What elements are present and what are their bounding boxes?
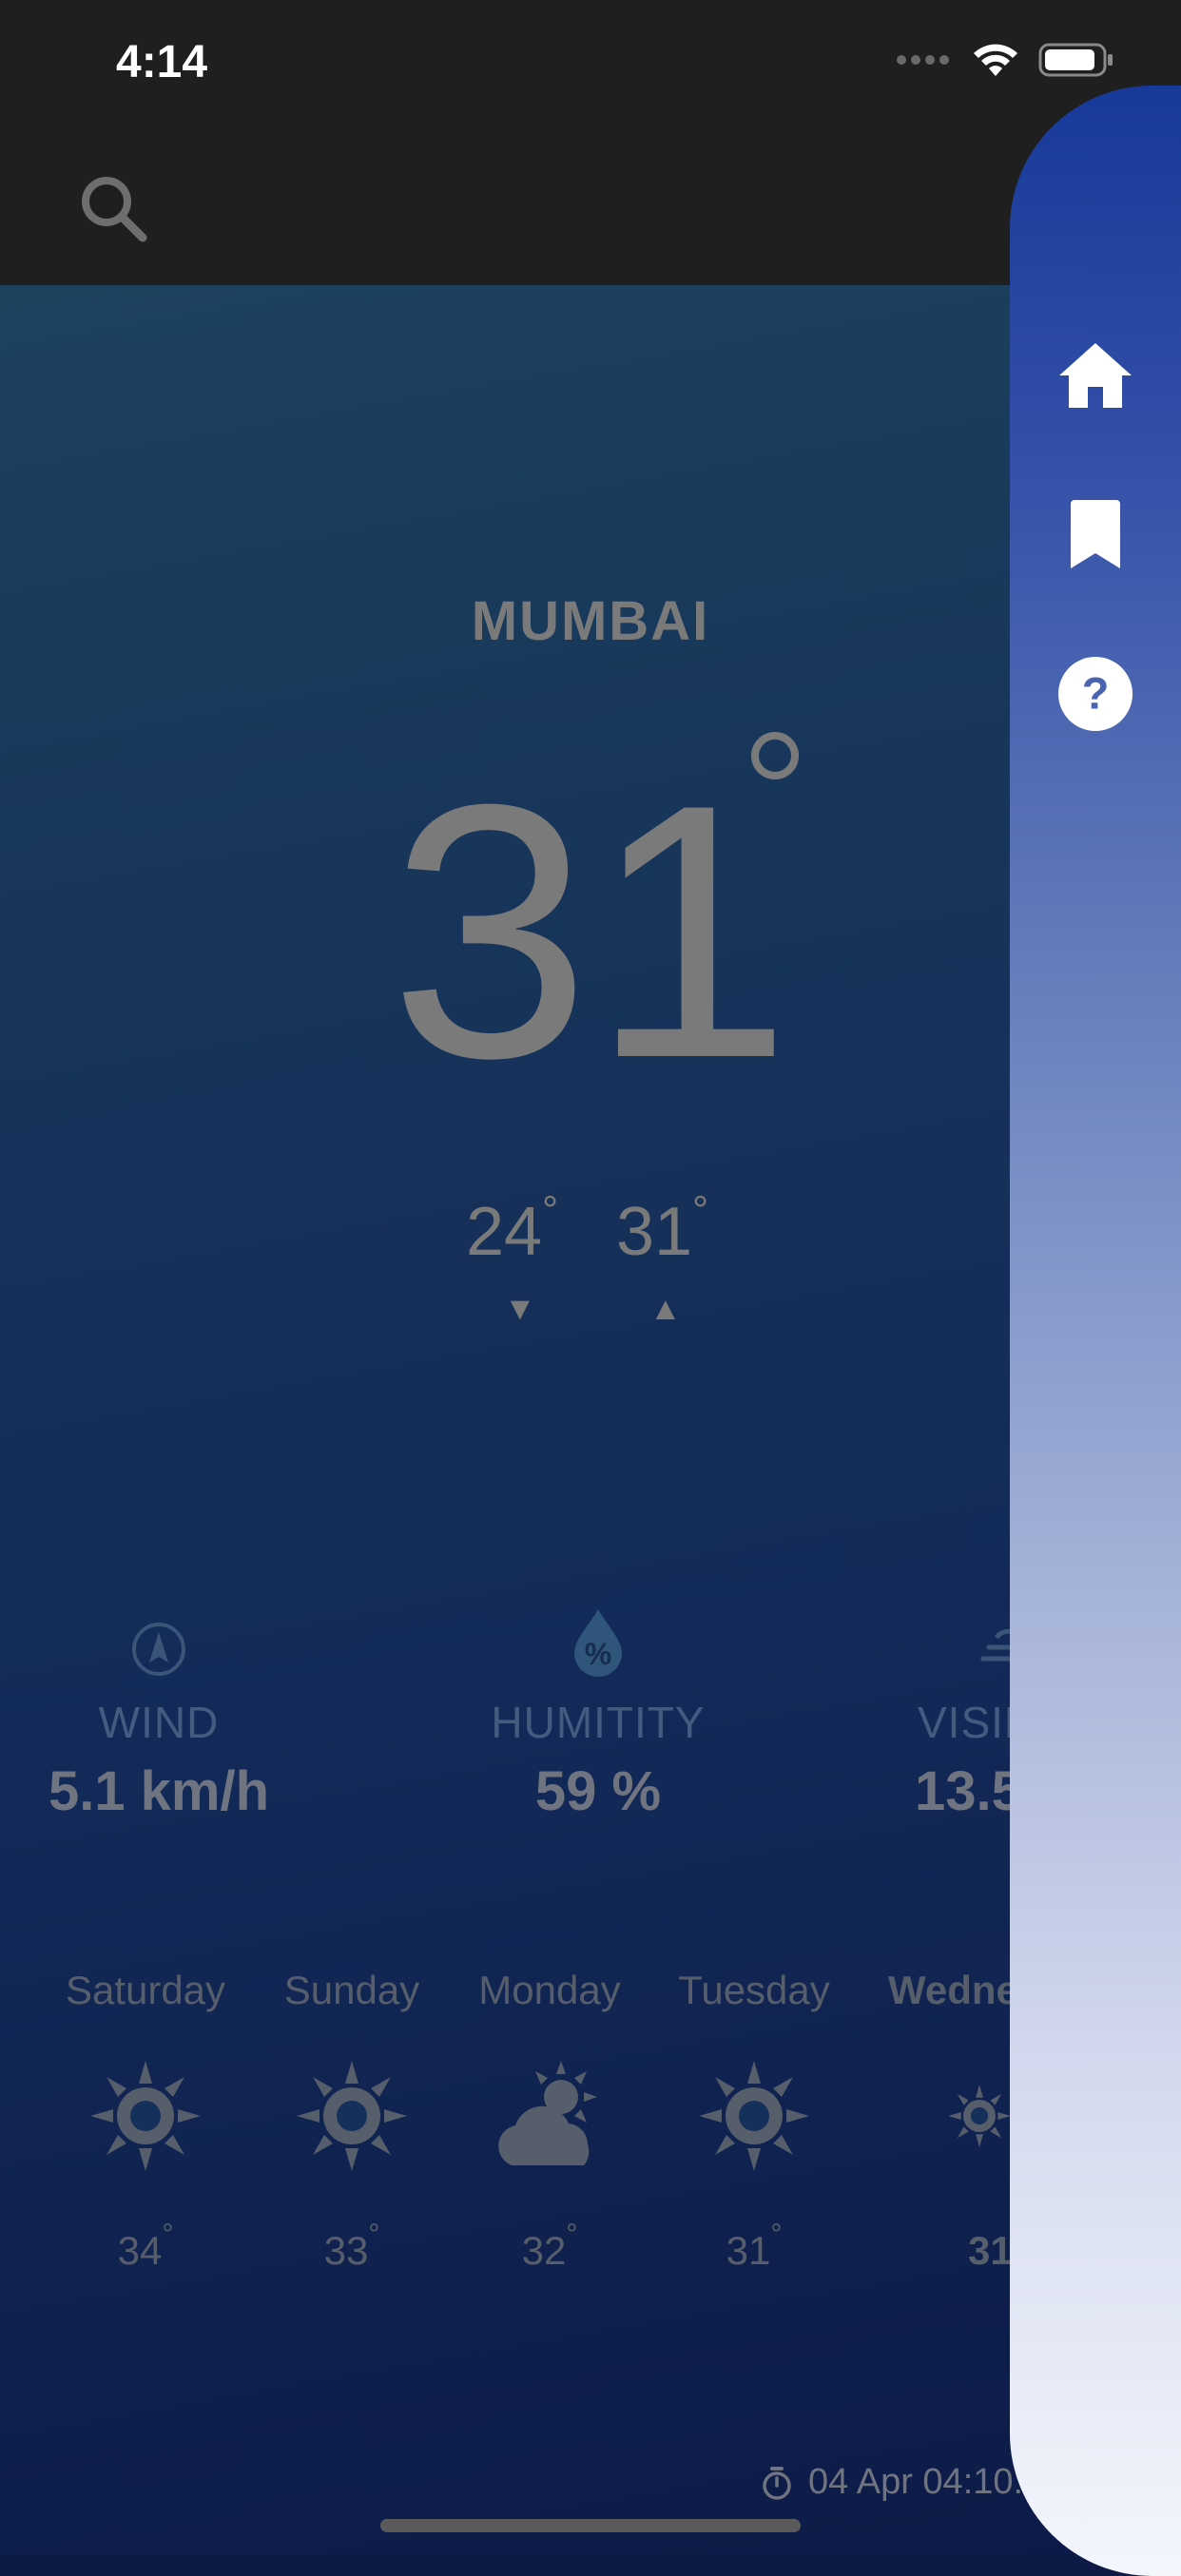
status-icons xyxy=(896,42,1114,78)
forecast-day: Tuesday 31° xyxy=(649,1968,859,2274)
forecast-temp: 31° xyxy=(649,2219,859,2274)
forecast-temp-value: 33 xyxy=(323,2228,369,2273)
forecast-day-name: Tuesday xyxy=(678,1968,830,2012)
current-temperature: 31 xyxy=(389,729,792,1133)
forecast-day-selected: Wedne 31 xyxy=(888,1968,1012,2274)
humidity-drop-icon: % xyxy=(574,1609,622,1677)
search-button[interactable] xyxy=(76,171,152,247)
forecast-day-name: Monday xyxy=(478,1968,621,2012)
last-updated-text: 04 Apr 04:10:1 xyxy=(808,2462,1044,2502)
sun-icon xyxy=(948,2085,1011,2147)
bookmark-icon xyxy=(1071,500,1120,568)
sun-icon xyxy=(90,2061,201,2171)
humidity-value: 59 % xyxy=(534,1760,662,1822)
forecast-day: Saturday 34° xyxy=(41,1968,250,2274)
battery-icon xyxy=(1038,43,1113,77)
side-menu-help[interactable]: ? xyxy=(1057,656,1133,732)
wifi-icon xyxy=(974,44,1017,76)
wind-value: 5.1 km/h xyxy=(48,1760,270,1822)
forecast-day: Sunday 33° xyxy=(247,1968,456,2274)
city-name: MUMBAI xyxy=(471,590,710,652)
search-icon xyxy=(82,177,147,242)
home-indicator xyxy=(380,2519,801,2532)
wind-label: WIND xyxy=(98,1698,220,1747)
last-updated: 04 Apr 04:10:1 xyxy=(761,2462,1043,2503)
min-temperature: 24° xyxy=(466,1187,558,1271)
wind-metric: WIND 5.1 km/h xyxy=(0,1602,330,1823)
sun-icon xyxy=(699,2061,809,2171)
forecast-temp-degree: ° xyxy=(162,2219,174,2250)
humidity-metric: % HUMITITY 59 % xyxy=(427,1602,769,1823)
max-temp-degree: ° xyxy=(692,1187,708,1232)
timer-icon xyxy=(763,2466,791,2500)
signal-icon xyxy=(897,55,949,65)
forecast-day-name: Sunday xyxy=(283,1968,420,2012)
sun-icon xyxy=(297,2061,407,2171)
temperature-degree-icon xyxy=(751,732,799,779)
forecast-temp: 32° xyxy=(445,2219,654,2274)
forecast-day-name: Wedne xyxy=(888,1968,1012,2012)
min-temp-degree: ° xyxy=(542,1187,558,1232)
forecast-temp-value: 31 xyxy=(726,2228,771,2273)
help-icon: ? xyxy=(1057,656,1133,732)
up-arrow-icon: ▲ xyxy=(649,1291,682,1327)
forecast-temp: 31 xyxy=(888,2228,1012,2274)
forecast-temp-degree: ° xyxy=(566,2219,578,2250)
forecast-temp-value: 32 xyxy=(521,2228,567,2273)
top-bar xyxy=(0,133,1181,285)
compass-icon xyxy=(132,1623,185,1676)
weather-main: MUMBAI 31 24° ▼ 31° ▲ WIND 5.1 km/h % HU… xyxy=(0,285,1181,2555)
forecast-temp: 34° xyxy=(41,2219,250,2274)
side-menu-panel: ? xyxy=(1010,86,1181,2576)
down-arrow-icon: ▼ xyxy=(504,1291,536,1327)
humidity-label: HUMITITY xyxy=(491,1698,706,1747)
svg-text:?: ? xyxy=(1082,669,1110,719)
side-menu-home[interactable] xyxy=(1057,337,1133,413)
forecast-temp-value: 31 xyxy=(968,2228,1012,2273)
home-icon xyxy=(1059,343,1132,408)
min-temp-value: 24 xyxy=(466,1194,543,1270)
forecast-temp-degree: ° xyxy=(368,2219,380,2250)
svg-text:%: % xyxy=(585,1637,611,1671)
forecast-temp: 33° xyxy=(247,2219,456,2274)
max-temp-value: 31 xyxy=(616,1194,693,1270)
status-bar: 4:14 xyxy=(0,0,1181,133)
side-menu-bookmark[interactable] xyxy=(1057,496,1133,572)
status-time: 4:14 xyxy=(116,37,208,87)
partly-cloudy-icon xyxy=(498,2061,597,2165)
forecast-day-name: Saturday xyxy=(65,1968,226,2012)
forecast-day: Monday 32° xyxy=(445,1968,654,2274)
forecast-temp-degree: ° xyxy=(770,2219,783,2250)
forecast-temp-value: 34 xyxy=(117,2228,163,2273)
max-temperature: 31° xyxy=(616,1187,708,1271)
